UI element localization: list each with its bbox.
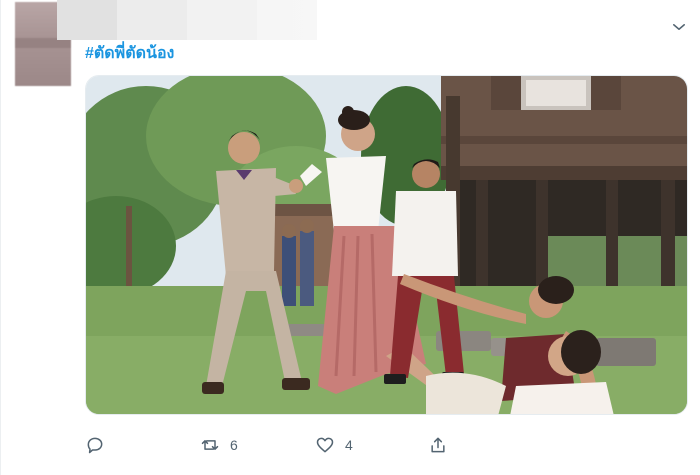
retweet-button[interactable]: 6 <box>200 432 238 458</box>
like-count: 4 <box>345 437 353 453</box>
retweet-count: 6 <box>230 437 238 453</box>
tweet-card[interactable]: #ตัดพี่ตัดน้อง 6 4 <box>0 0 700 475</box>
heart-icon <box>316 437 334 453</box>
hashtag-link[interactable]: #ตัดพี่ตัดน้อง <box>85 41 174 66</box>
more-options-button[interactable] <box>670 18 688 36</box>
tweet-photo[interactable] <box>85 75 688 415</box>
retweet-icon <box>201 440 219 450</box>
share-button[interactable] <box>428 432 448 458</box>
chevron-down-icon <box>673 24 685 30</box>
reply-icon <box>87 437 103 454</box>
reply-button[interactable] <box>85 432 115 458</box>
redacted-author-name <box>57 0 317 40</box>
like-button[interactable]: 4 <box>315 432 353 458</box>
share-icon <box>431 437 445 453</box>
photo-scene <box>86 76 687 414</box>
tweet-actions: 6 4 <box>85 432 465 458</box>
